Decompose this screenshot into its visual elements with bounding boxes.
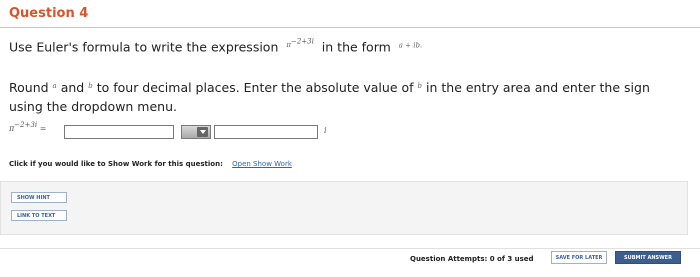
- var-a: a: [52, 82, 57, 90]
- imaginary-part-input[interactable]: [214, 125, 318, 139]
- question-page: Question 4 Use Euler's formula to write …: [0, 0, 700, 277]
- footer-divider: [0, 248, 700, 249]
- answer-lhs: π−2+3i =: [9, 121, 47, 133]
- question-title: Question 4: [9, 6, 89, 21]
- question-line-2: Round a and b to four decimal places. En…: [9, 80, 650, 95]
- chevron-down-icon: [197, 127, 208, 137]
- save-for-later-button[interactable]: SAVE FOR LATER: [551, 251, 607, 264]
- prompt-text: Use Euler's formula to write the express…: [9, 39, 279, 55]
- question-line-3: using the dropdown menu.: [9, 99, 177, 114]
- imaginary-unit-label: i: [324, 126, 327, 135]
- prompt-text-middle: in the form: [321, 39, 391, 55]
- link-to-text-button[interactable]: LINK TO TEXT: [11, 210, 67, 221]
- open-show-work-link[interactable]: Open Show Work: [232, 160, 292, 168]
- var-b-2: b: [417, 82, 423, 90]
- var-b: b: [88, 82, 93, 90]
- title-divider: [0, 27, 700, 28]
- real-part-input[interactable]: [64, 125, 174, 139]
- show-work-row: Click if you would like to Show Work for…: [9, 160, 292, 168]
- hint-panel: SHOW HINT LINK TO TEXT: [0, 181, 688, 235]
- submit-answer-button[interactable]: SUBMIT ANSWER: [615, 251, 681, 264]
- expression: π−2+3i: [286, 38, 314, 50]
- sign-dropdown[interactable]: [181, 125, 211, 139]
- form-expression: a + ib: [398, 41, 420, 50]
- question-line-1: Use Euler's formula to write the express…: [9, 38, 423, 55]
- attempts-counter: Question Attempts: 0 of 3 used: [410, 255, 534, 263]
- show-work-label: Click if you would like to Show Work for…: [9, 160, 223, 168]
- show-hint-button[interactable]: SHOW HINT: [11, 192, 67, 203]
